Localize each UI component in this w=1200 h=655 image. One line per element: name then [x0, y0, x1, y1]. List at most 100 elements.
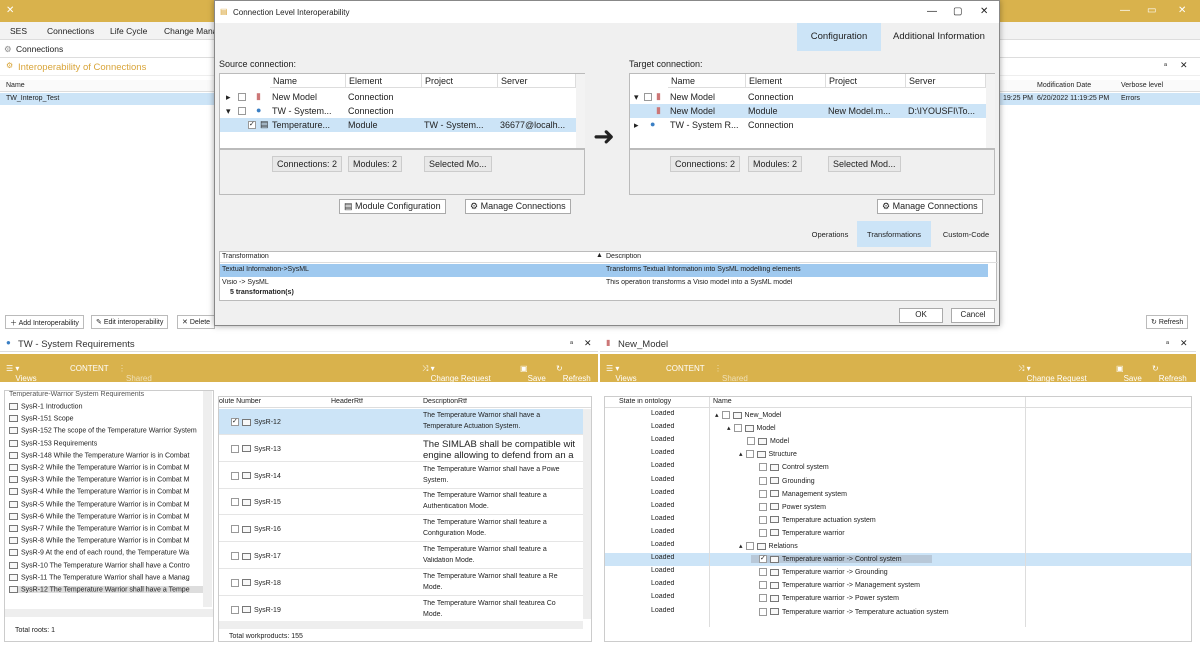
- tree-item[interactable]: SysR-8 While the Temperature Warrior is …: [9, 537, 205, 545]
- menu-connections[interactable]: Connections: [47, 26, 94, 36]
- src-col-server[interactable]: Server: [498, 74, 576, 88]
- v-scrollbar[interactable]: [203, 391, 212, 607]
- close-panel-icon[interactable]: ✕: [1180, 60, 1188, 71]
- tree-item[interactable]: SysR-6 While the Temperature Warrior is …: [9, 512, 205, 520]
- manage-connections-source-button[interactable]: ⚙ Manage Connections: [465, 199, 571, 214]
- menu-change-management[interactable]: Change Mana: [164, 26, 217, 36]
- tree-item[interactable]: SysR-3 While the Temperature Warrior is …: [9, 476, 205, 484]
- edit-interop-button[interactable]: ✎ Edit interoperability: [91, 315, 169, 329]
- tgt-col-server[interactable]: Server: [906, 74, 986, 88]
- tab-custom-code[interactable]: Custom-Code: [931, 221, 1001, 247]
- table-row[interactable]: SysR-14 The Temperature Warrior shall hav…: [219, 463, 583, 489]
- col-transformation[interactable]: Transformation: [222, 253, 269, 260]
- minimize-icon[interactable]: —: [1120, 5, 1130, 16]
- save-button[interactable]: ▣ Save: [1116, 364, 1142, 383]
- close-panel-icon[interactable]: ✕: [584, 338, 592, 349]
- tree-row[interactable]: Loaded Temperature warrior -> Power syste…: [605, 592, 1191, 605]
- change-request-button[interactable]: ⤨ Change Request ▾: [1018, 364, 1087, 383]
- table-row[interactable]: Visio -> SysML This operation transforms…: [220, 278, 988, 286]
- dialog-minimize-icon[interactable]: —: [927, 6, 937, 17]
- manage-connections-target-button[interactable]: ⚙ Manage Connections: [877, 199, 983, 214]
- tree-row[interactable]: Loaded ▴ New_Model: [605, 409, 1191, 422]
- tree-row[interactable]: Loaded Temperature warrior -> Grounding: [605, 566, 1191, 579]
- tree-item[interactable]: SysR-152 The scope of the Temperature Wa…: [9, 427, 205, 435]
- close-icon[interactable]: ✕: [1178, 5, 1186, 16]
- dialog-maximize-icon[interactable]: ▢: [953, 6, 962, 17]
- src-col-name[interactable]: Name: [270, 74, 346, 88]
- tree-row[interactable]: Loaded Control system: [605, 461, 1191, 474]
- h-scrollbar[interactable]: [5, 609, 213, 617]
- tree-row[interactable]: Loaded Grounding: [605, 475, 1191, 488]
- tree-row[interactable]: Loaded Temperature warrior -> Management …: [605, 579, 1191, 592]
- delete-button[interactable]: ✕ Delete: [177, 315, 216, 329]
- table-row[interactable]: ✓ ▤ Temperature... Module TW - System...…: [220, 118, 576, 132]
- tree-item[interactable]: SysR-148 While the Temperature Warrior i…: [9, 451, 205, 459]
- h-scrollbar[interactable]: [219, 621, 583, 629]
- tree-row[interactable]: Loaded Power system: [605, 501, 1191, 514]
- scrollbar[interactable]: [986, 74, 995, 148]
- tree-row[interactable]: Loaded Model: [605, 435, 1191, 448]
- col-name[interactable]: Name: [713, 398, 732, 405]
- col-verbose[interactable]: Verbose level: [1121, 82, 1163, 89]
- refresh-button[interactable]: ↻ Refresh: [1146, 315, 1189, 329]
- tree-item[interactable]: SysR-12 The Temperature Warrior shall ha…: [9, 586, 205, 594]
- src-col-project[interactable]: Project: [422, 74, 498, 88]
- tree-row[interactable]: Loaded ▴ Model: [605, 422, 1191, 435]
- table-row[interactable]: ▾ ● TW - System... Connection: [220, 104, 576, 118]
- table-row[interactable]: ▾ ▮ New Model Connection: [630, 90, 986, 104]
- tab-operations[interactable]: Operations: [803, 221, 857, 247]
- tree-item[interactable]: SysR-5 While the Temperature Warrior is …: [9, 500, 205, 508]
- table-row[interactable]: ▮ New Model Module New Model.m... D:\IYO…: [630, 104, 986, 118]
- content-button[interactable]: CONTENT: [666, 364, 705, 373]
- tab-transformations[interactable]: Transformations: [857, 221, 931, 247]
- col-mod-date[interactable]: Modification Date: [1037, 82, 1091, 89]
- table-row[interactable]: SysR-13 The SIMLAB shall be compatible wi…: [219, 436, 583, 462]
- tree-item[interactable]: SysR-11 The Temperature Warrior shall ha…: [9, 573, 205, 581]
- tree-item[interactable]: SysR-151 Scope: [9, 415, 205, 423]
- table-row[interactable]: SysR-19 The Temperature Warrior shall fea…: [219, 597, 583, 623]
- scrollbar[interactable]: [576, 74, 585, 148]
- pin-icon[interactable]: ᵃ: [1164, 61, 1167, 70]
- tree-row[interactable]: Loaded Temperature warrior -> Temperature…: [605, 606, 1191, 619]
- module-configuration-button[interactable]: ▤ Module Configuration: [339, 199, 446, 214]
- menu-ses[interactable]: SES: [10, 26, 27, 36]
- table-row[interactable]: SysR-16 The Temperature Warrior shall fea…: [219, 516, 583, 543]
- v-scrollbar[interactable]: [583, 409, 591, 619]
- col-name[interactable]: Name: [6, 82, 25, 89]
- table-row[interactable]: SysR-17 The Temperature Warrior shall fea…: [219, 543, 583, 569]
- tgt-col-name[interactable]: Name: [668, 74, 746, 88]
- tree-row[interactable]: Loaded Temperature actuation system: [605, 514, 1191, 527]
- save-button[interactable]: ▣ Save: [520, 364, 546, 383]
- views-button[interactable]: ☰ Views ▾: [6, 364, 37, 383]
- table-row[interactable]: Textual Information->SysML Transforms Te…: [220, 264, 988, 277]
- change-request-button[interactable]: ⤨ Change Request ▾: [422, 364, 491, 383]
- tree-row[interactable]: Loaded Temperature warrior: [605, 527, 1191, 540]
- close-panel-icon[interactable]: ✕: [1180, 338, 1188, 349]
- tree-item[interactable]: SysR-2 While the Temperature Warrior is …: [9, 464, 205, 471]
- tree-item[interactable]: SysR-9 At the end of each round, the Tem…: [9, 549, 205, 557]
- table-row[interactable]: ▸ ▮ New Model Connection: [220, 90, 576, 104]
- table-row[interactable]: SysR-15 The Temperature Warrior shall fea…: [219, 489, 583, 516]
- shared-button[interactable]: ⋮ Shared: [714, 364, 748, 383]
- tree-item[interactable]: SysR-1 Introduction: [9, 403, 205, 410]
- tree-item-root[interactable]: Temperature-Warrior System Requirements: [9, 391, 144, 397]
- tree-row[interactable]: Loaded ▴ Structure: [605, 448, 1191, 461]
- table-row[interactable]: ▸ ● TW - System R... Connection: [630, 118, 986, 132]
- col-description[interactable]: DescriptionRtf: [423, 398, 467, 405]
- col-header[interactable]: HeaderRtf: [331, 398, 363, 405]
- refresh-button[interactable]: ↻ Refresh: [1152, 364, 1187, 383]
- tgt-col-element[interactable]: Element: [746, 74, 826, 88]
- dialog-close-icon[interactable]: ✕: [980, 6, 988, 17]
- col-description[interactable]: Description: [606, 253, 641, 260]
- menu-life-cycle[interactable]: Life Cycle: [110, 26, 147, 36]
- src-col-element[interactable]: Element: [346, 74, 422, 88]
- maximize-icon[interactable]: ▭: [1147, 5, 1156, 16]
- shared-button[interactable]: ⋮ Shared: [118, 364, 152, 383]
- pin-icon[interactable]: ᵃ: [1166, 339, 1169, 348]
- tab-additional-information[interactable]: Additional Information: [881, 23, 997, 51]
- tree-item[interactable]: SysR-4 While the Temperature Warrior is …: [9, 488, 205, 496]
- tree-item[interactable]: SysR-10 The Temperature Warrior shall ha…: [9, 561, 205, 569]
- add-interop-button[interactable]: ＋ Add Interoperability: [5, 315, 84, 329]
- sort-icon[interactable]: ▲: [596, 252, 603, 259]
- tree-item[interactable]: SysR-7 While the Temperature Warrior is …: [9, 525, 205, 532]
